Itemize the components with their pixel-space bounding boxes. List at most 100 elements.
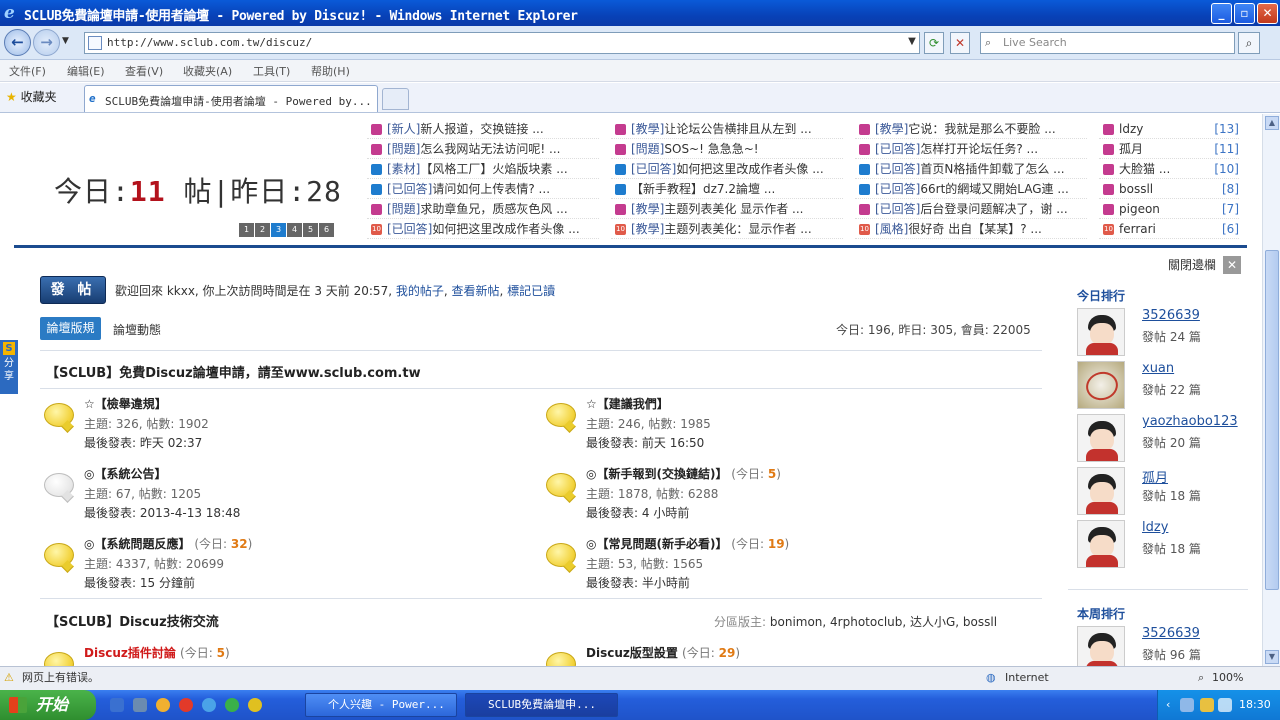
mark-read-link[interactable]: 標記已讀 <box>507 284 555 298</box>
tray-shield-icon[interactable] <box>1200 698 1214 712</box>
rank-username[interactable]: 3526639 <box>1142 626 1200 641</box>
top-poster-row[interactable]: bossll [8] <box>1099 179 1239 199</box>
thread-row[interactable]: [教學]让论坛公告横排且从左到 ... <box>611 119 843 139</box>
favorites-button[interactable]: ★ 收藏夹 <box>6 88 57 105</box>
quicklaunch-player-icon[interactable] <box>156 698 170 712</box>
close-button[interactable]: ✕ <box>1257 3 1278 24</box>
rank-user[interactable]: xuan 發帖 22 篇 <box>1077 361 1247 411</box>
quicklaunch-browser-icon[interactable] <box>225 698 239 712</box>
maximize-button[interactable]: ▫ <box>1234 3 1255 24</box>
slide-page-button[interactable]: 2 <box>255 223 270 237</box>
forum-dynamics-link[interactable]: 論壇動態 <box>113 321 161 338</box>
thread-row[interactable]: [問題]SOS~! 急急急~! <box>611 139 843 159</box>
scroll-down-arrow-icon[interactable]: ▼ <box>1265 650 1279 664</box>
address-dropdown-icon[interactable]: ▼ <box>902 32 922 54</box>
rank-username[interactable]: 3526639 <box>1142 308 1200 323</box>
taskbar-window-1[interactable]: 个人兴趣 - Power... <box>305 693 457 717</box>
slide-page-button[interactable]: 3 <box>271 223 286 237</box>
thread-row[interactable]: [新人]新人报道，交换链接 ... <box>367 119 599 139</box>
thread-row[interactable]: 【新手教程】dz7.2論壇 ... <box>611 179 843 199</box>
close-sidebar-link[interactable]: 關閉邊欄 <box>1168 256 1216 273</box>
forum-item[interactable]: ☆【建議我們】 主題: 246, 帖數: 1985 最後發表: 前天 16:50 <box>542 395 1022 455</box>
tray-network-icon[interactable] <box>1180 698 1194 712</box>
forum-name[interactable]: Discuz版型設置 (今日: 29) <box>586 644 740 661</box>
forum-item[interactable]: ◎【常見問題(新手必看)】 (今日: 19) 主題: 53, 帖數: 1565 最後… <box>542 535 1022 595</box>
thread-row[interactable]: [已回答]后台登录问题解决了，谢 ... <box>855 199 1087 219</box>
thread-row[interactable]: [已回答]66rt的網域又開始LAG連 ... <box>855 179 1087 199</box>
minimize-button[interactable]: _ <box>1211 3 1232 24</box>
start-button[interactable]: 开始 <box>0 690 96 720</box>
quicklaunch-desktop-icon[interactable] <box>110 698 124 712</box>
forum-item[interactable]: ☆【檢舉違規】 主題: 326, 帖數: 1902 最後發表: 昨天 02:37 <box>40 395 520 455</box>
thread-row[interactable]: [教學]主题列表美化 显示作者 ... <box>611 199 843 219</box>
quicklaunch-camera-icon[interactable] <box>133 698 147 712</box>
stop-button[interactable]: ✕ <box>950 32 970 54</box>
tray-volume-icon[interactable] <box>1218 698 1232 712</box>
vertical-scrollbar[interactable]: ▲ ▼ <box>1262 114 1280 666</box>
forum-name[interactable]: ☆【建議我們】 <box>586 395 669 412</box>
thread-row[interactable]: [問題]怎么我网站无法访问呢! ... <box>367 139 599 159</box>
thread-row[interactable]: [已回答]如何把这里改成作者头像 ... <box>611 159 843 179</box>
slide-page-button[interactable]: 6 <box>319 223 334 237</box>
rank-user[interactable]: 3526639 發帖 24 篇 <box>1077 308 1247 358</box>
zoom-level[interactable]: 100% <box>1212 667 1243 689</box>
rank-user[interactable]: yaozhaobo123 發帖 20 篇 <box>1077 414 1247 464</box>
search-button[interactable]: ⌕ <box>1238 32 1260 54</box>
rank-user[interactable]: ldzy 發帖 18 篇 <box>1077 520 1247 570</box>
thread-row[interactable]: 10 [風格]很好奇 出自【某某】? ... <box>855 219 1087 239</box>
rank-user[interactable]: 3526639 發帖 96 篇 <box>1077 626 1247 666</box>
moderators-list[interactable]: bonimon, 4rphotoclub, 达人小G, bossll <box>770 615 997 629</box>
top-poster-row[interactable]: ldzy [13] <box>1099 119 1239 139</box>
thread-row[interactable]: 10 [已回答]如何把这里改成作者头像 ... <box>367 219 599 239</box>
rank-username[interactable]: ldzy <box>1142 520 1168 535</box>
avatar[interactable] <box>1077 626 1125 666</box>
avatar[interactable] <box>1077 308 1125 356</box>
thread-row[interactable]: [已回答]请问如何上传表情? ... <box>367 179 599 199</box>
thread-row[interactable]: [問題]求助章鱼兄，质感灰色风 ... <box>367 199 599 219</box>
slide-page-button[interactable]: 4 <box>287 223 302 237</box>
top-poster-row[interactable]: 大脸猫 ... [10] <box>1099 159 1239 179</box>
new-tab-button[interactable] <box>382 88 409 110</box>
top-poster-row[interactable]: 孤月 [11] <box>1099 139 1239 159</box>
search-input[interactable]: ⌕ Live Search <box>980 32 1235 54</box>
menu-favorites[interactable]: 收藏夹(A) <box>183 63 232 79</box>
top-poster-row[interactable]: pigeon [7] <box>1099 199 1239 219</box>
forum-item[interactable]: ◎【系統公告】 主題: 67, 帖數: 1205 最後發表: 2013-4-13 1… <box>40 465 520 525</box>
rank-username[interactable]: xuan <box>1142 361 1174 376</box>
avatar[interactable] <box>1077 414 1125 462</box>
menu-edit[interactable]: 编辑(E) <box>67 63 105 79</box>
quicklaunch-qq-icon[interactable] <box>179 698 193 712</box>
new-post-button[interactable]: 發 帖 <box>40 276 106 304</box>
tray-arrow-icon[interactable]: ‹ <box>1166 690 1170 720</box>
menu-file[interactable]: 文件(F) <box>9 63 46 79</box>
thread-row[interactable]: [已回答]首页N格插件卸载了怎么 ... <box>855 159 1087 179</box>
thread-row[interactable]: [素材]【风格工厂】火焰版块素 ... <box>367 159 599 179</box>
warning-icon[interactable]: ⚠ <box>4 667 14 689</box>
menu-help[interactable]: 帮助(H) <box>311 63 350 79</box>
recent-pages-dropdown-icon[interactable]: ▼ <box>62 36 69 46</box>
forum-rules-button[interactable]: 論壇版規 <box>40 317 101 340</box>
forum-item[interactable]: Discuz插件討論 (今日: 5) <box>40 644 520 666</box>
rank-username[interactable]: 孤月 <box>1142 467 1168 486</box>
thread-row[interactable]: [教學]它说：我就是那么不要脸 ... <box>855 119 1087 139</box>
new-posts-link[interactable]: 查看新帖 <box>452 284 500 298</box>
my-posts-link[interactable]: 我的帖子 <box>396 284 444 298</box>
rank-username[interactable]: yaozhaobo123 <box>1142 414 1238 429</box>
forum-item[interactable]: Discuz版型設置 (今日: 29) <box>542 644 1022 666</box>
top-poster-row[interactable]: 10 ferrari [6] <box>1099 219 1239 239</box>
forum-item[interactable]: ◎【新手報到(交換鏈結)】 (今日: 5) 主題: 1878, 帖數: 6288 最… <box>542 465 1022 525</box>
quicklaunch-ie-icon[interactable] <box>202 698 216 712</box>
forum-name[interactable]: Discuz插件討論 (今日: 5) <box>84 644 230 661</box>
close-sidebar-icon[interactable]: ✕ <box>1223 256 1241 274</box>
quicklaunch-app-icon[interactable] <box>248 698 262 712</box>
menu-view[interactable]: 查看(V) <box>125 63 163 79</box>
forum-name[interactable]: ◎【新手報到(交換鏈結)】 (今日: 5) <box>586 465 781 482</box>
scroll-up-arrow-icon[interactable]: ▲ <box>1265 116 1279 130</box>
scroll-thumb[interactable] <box>1265 250 1279 590</box>
avatar[interactable] <box>1077 520 1125 568</box>
slide-page-button[interactable]: 1 <box>239 223 254 237</box>
share-tab[interactable]: S 分享 <box>0 340 18 394</box>
avatar[interactable] <box>1077 361 1125 409</box>
forum-name[interactable]: ◎【系統問題反應】 (今日: 32) <box>84 535 252 552</box>
thread-row[interactable]: [已回答]怎样打开论坛任务? ... <box>855 139 1087 159</box>
